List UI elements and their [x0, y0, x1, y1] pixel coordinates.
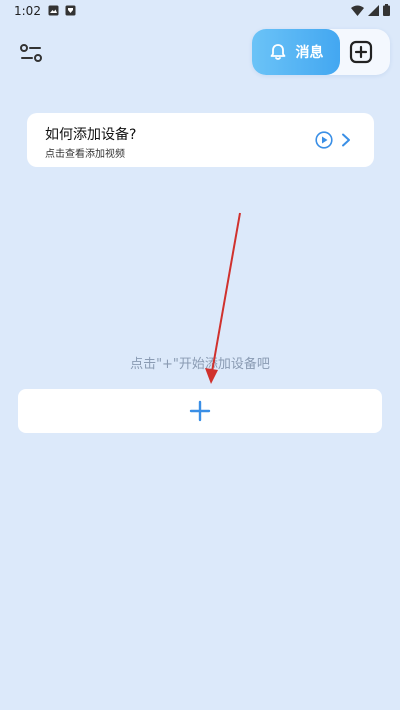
message-label: 消息	[295, 45, 324, 61]
signal-icon	[368, 4, 379, 16]
status-time: 1:02	[14, 4, 41, 18]
status-icons-left	[48, 5, 76, 16]
guide-title: 如何添加设备?	[45, 127, 137, 143]
bell-icon	[270, 44, 285, 60]
empty-hint: 点击"+"开始添加设备吧	[130, 357, 270, 372]
filter-button[interactable]	[18, 42, 44, 64]
add-device-top-button[interactable]	[349, 40, 373, 64]
status-bar: 1:02	[0, 0, 400, 22]
battery-icon	[383, 4, 390, 16]
image-icon	[48, 5, 59, 16]
guide-card[interactable]: 如何添加设备? 点击查看添加视频	[27, 113, 374, 167]
message-button[interactable]: 消息	[252, 29, 340, 75]
guide-subtitle: 点击查看添加视频	[45, 149, 125, 160]
plus-square-icon	[349, 40, 373, 64]
header-actions: 消息	[252, 29, 390, 75]
add-device-button[interactable]	[18, 389, 382, 433]
play-circle-icon[interactable]	[315, 131, 333, 149]
status-icons-right	[351, 4, 390, 16]
chevron-right-icon[interactable]	[341, 133, 351, 147]
wifi-icon	[351, 5, 364, 16]
plus-icon	[189, 400, 211, 422]
sliders-icon	[20, 44, 42, 62]
notification-icon	[65, 5, 76, 16]
